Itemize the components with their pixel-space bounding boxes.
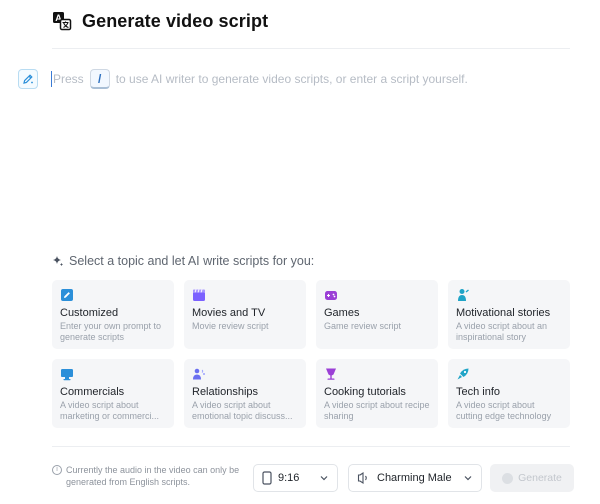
placeholder-rest: to use AI writer to generate video scrip… — [115, 72, 468, 86]
topic-name: Relationships — [192, 386, 259, 398]
topic-desc: Movie review script — [192, 321, 269, 331]
people-icon — [193, 368, 205, 380]
chevron-down-icon — [464, 476, 472, 481]
slash-key-badge: / — [89, 69, 110, 89]
person-icon — [458, 289, 469, 301]
voice-icon — [357, 471, 367, 485]
ai-translate-icon: A — [52, 11, 72, 31]
topic-desc: A video script about cutting edge techno… — [456, 400, 552, 421]
script-editor[interactable]: Press / to use AI writer to generate vid… — [18, 64, 572, 94]
phone-portrait-icon — [262, 471, 272, 485]
editor-placeholder: Press / to use AI writer to generate vid… — [51, 69, 468, 89]
aspect-ratio-value: 9:16 — [278, 472, 300, 484]
footer-divider — [52, 446, 570, 447]
clapperboard-icon — [193, 289, 205, 301]
gamepad-icon — [325, 291, 337, 300]
voice-value: Charming Male — [377, 472, 452, 484]
topic-card-motivational-stories[interactable]: Motivational stories A video script abou… — [448, 280, 570, 349]
text-caret — [51, 71, 52, 87]
topic-heading-text: Select a topic and let AI write scripts … — [69, 254, 315, 268]
sparkle-icon — [53, 256, 63, 266]
page-header: A Generate video script — [52, 8, 268, 34]
topic-desc: A video script about marketing or commer… — [60, 400, 160, 421]
monitor-icon — [61, 369, 73, 381]
aspect-ratio-select[interactable]: 9:16 — [253, 464, 338, 492]
generate-label: Generate — [518, 472, 562, 484]
topic-name: Commercials — [60, 386, 125, 398]
generate-icon — [502, 472, 514, 484]
topic-name: Movies and TV — [192, 307, 266, 319]
edit-icon — [61, 289, 73, 301]
placeholder-press: Press — [53, 72, 84, 86]
voice-select[interactable]: Charming Male — [348, 464, 482, 492]
topic-name: Tech info — [456, 386, 501, 398]
topic-name: Customized — [60, 307, 119, 319]
header-divider — [52, 48, 570, 49]
english-only-note: i Currently the audio in the video can o… — [52, 464, 247, 488]
topic-card-games[interactable]: Games Game review script — [316, 280, 438, 349]
topic-desc: A video script about emotional topic dis… — [192, 400, 293, 421]
topic-name: Motivational stories — [456, 307, 551, 319]
chevron-down-icon — [320, 476, 328, 481]
topic-desc: A video script about recipe sharing — [324, 400, 430, 421]
topic-card-tech-info[interactable]: Tech info A video script about cutting e… — [448, 359, 570, 428]
topic-desc: A video script about an inspirational st… — [456, 321, 548, 342]
topic-name: Games — [324, 307, 360, 319]
generate-button[interactable]: Generate — [490, 464, 574, 492]
topic-desc: Game review script — [324, 321, 402, 331]
topic-heading: Select a topic and let AI write scripts … — [52, 254, 314, 268]
topic-card-movies-and-tv[interactable]: Movies and TV Movie review script — [184, 280, 306, 349]
topic-card-relationships[interactable]: Relationships A video script about emoti… — [184, 359, 306, 428]
english-only-note-text: Currently the audio in the video can onl… — [66, 465, 240, 487]
ai-writer-pen-icon[interactable] — [18, 69, 38, 89]
page-title: Generate video script — [82, 10, 269, 31]
rocket-icon — [457, 368, 469, 380]
cup-icon — [326, 368, 336, 380]
topic-grid: Customized Enter your own prompt to gene… — [52, 280, 570, 428]
topic-card-commercials[interactable]: Commercials A video script about marketi… — [52, 359, 174, 428]
info-icon: i — [52, 465, 62, 475]
topic-desc: Enter your own prompt to generate script… — [60, 321, 162, 342]
topic-name: Cooking tutorials — [324, 386, 406, 398]
topic-card-customized[interactable]: Customized Enter your own prompt to gene… — [52, 280, 174, 349]
topic-card-cooking-tutorials[interactable]: Cooking tutorials A video script about r… — [316, 359, 438, 428]
